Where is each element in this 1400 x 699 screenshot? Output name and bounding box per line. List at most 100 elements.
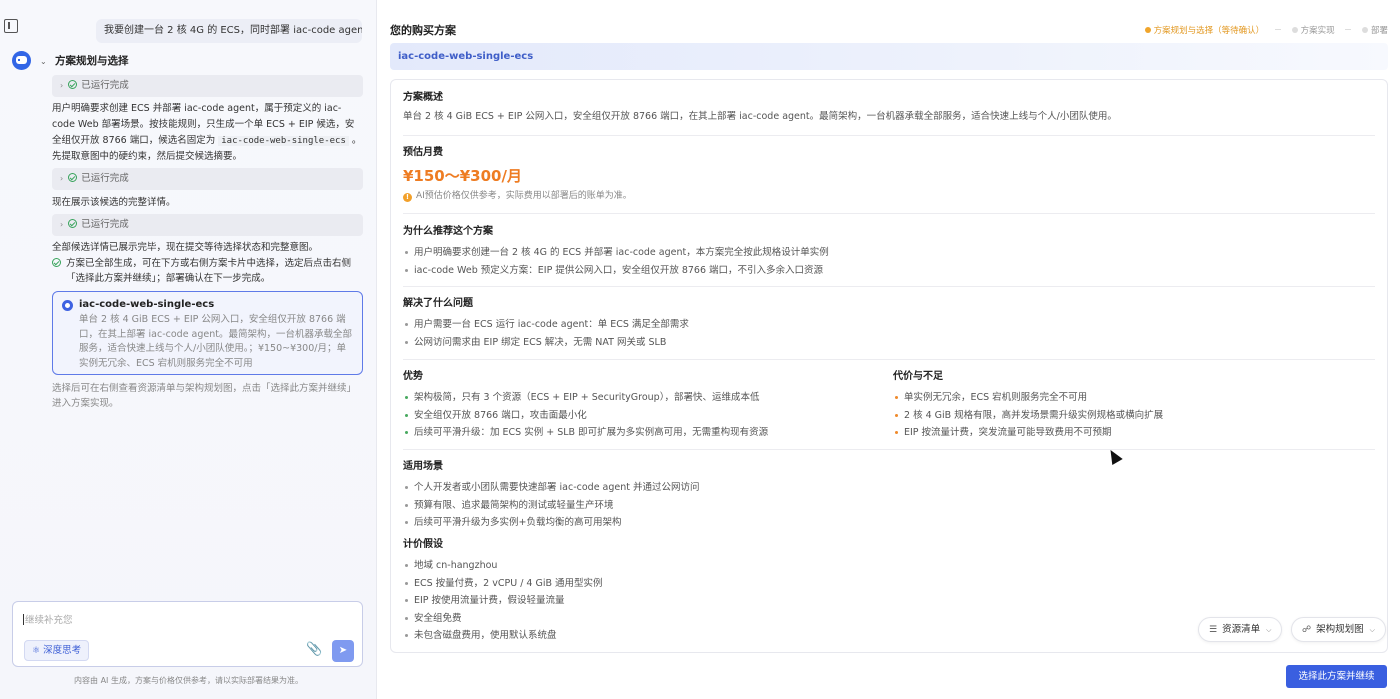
- run-status-label: 已运行完成: [81, 80, 129, 91]
- step-label: 方案规划与选择（等待确认）: [1153, 26, 1265, 36]
- cost-note: ! AI预估价格仅供参考，实际费用以部署后的账单为准。: [403, 189, 1375, 203]
- section-title: 方案规划与选择: [55, 55, 129, 67]
- text-caret: [23, 614, 24, 625]
- section-toggle[interactable]: ⌄ 方案规划与选择: [40, 54, 129, 68]
- solve-list: 用户需要一台 ECS 运行 iac-code agent：单 ECS 满足全部需…: [403, 316, 1375, 351]
- solve-title: 解决了什么问题: [403, 298, 473, 309]
- done-line2: 「选择此方案并继续」；部署确认在下一步完成。: [66, 273, 271, 284]
- list-icon: ☰: [1209, 625, 1218, 635]
- step-label: 部署: [1370, 26, 1388, 36]
- step-dot: [1144, 27, 1151, 33]
- diagram-icon: ☍: [1302, 625, 1312, 635]
- assistant-paragraph-2: 现在展示该候选的完整详情。: [52, 197, 176, 208]
- chat-panel: 我要创建一台 2 核 4G 的 ECS，同时部署 iac-code agent。…: [0, 0, 377, 699]
- step-separator: [1274, 29, 1281, 30]
- run-status-label: 已运行完成: [81, 173, 129, 184]
- pros-section: 优势 架构极简，只有 3 个资源（ECS + EIP + SecurityGro…: [403, 370, 883, 442]
- check-circle-icon: [52, 258, 61, 267]
- run-status-label: 已运行完成: [81, 219, 129, 230]
- list-item: iac-code Web 预定义方案：EIP 提供公网入口，安全组仅开放 876…: [403, 262, 1375, 280]
- chevron-down-icon: ⌵: [1369, 626, 1375, 634]
- para1-line2: 先提取意图中的硬约束，然后提交候选摘要。: [52, 151, 243, 162]
- list-item: 架构极简，只有 3 个资源（ECS + EIP + SecurityGroup）…: [403, 389, 883, 407]
- step-separator: [1345, 29, 1352, 30]
- cons-list: 单实例无冗余，ECS 宕机则服务完全不可用 2 核 4 GiB 规格有限，高并发…: [893, 389, 1373, 442]
- radio-selected-icon[interactable]: [62, 300, 73, 311]
- input-placeholder: 继续补充您: [25, 615, 73, 626]
- cost-value: ¥150～¥300/月: [403, 167, 522, 185]
- chevron-down-icon: ⌄: [40, 57, 47, 66]
- list-item: 用户需要一台 ECS 运行 iac-code agent：单 ECS 满足全部需…: [403, 316, 1375, 334]
- step-dot: [1361, 27, 1368, 33]
- scene-title: 适用场景: [403, 461, 443, 472]
- select-plan-continue-button[interactable]: 选择此方案并继续: [1286, 665, 1387, 688]
- done-line1: 方案已全部生成，可在下方或右侧方案卡片中选择，选定后点击右侧: [66, 258, 352, 269]
- solve-section: 解决了什么问题 用户需要一台 ECS 运行 iac-code agent：单 E…: [403, 297, 1375, 351]
- progress-steps: 方案规划与选择（等待确认） 方案实现 部署: [1137, 24, 1388, 36]
- list-item: 后续可平滑升级：加 ECS 实例 + SLB 即可扩展为多实例高可用，无需重构现…: [403, 424, 883, 442]
- cost-title: 预估月费: [403, 147, 443, 158]
- cons-section: 代价与不足 单实例无冗余，ECS 宕机则服务完全不可用 2 核 4 GiB 规格…: [893, 370, 1373, 442]
- divider: [403, 449, 1375, 450]
- plan-option-name: iac-code-web-single-ecs: [79, 299, 215, 310]
- divider: [403, 359, 1375, 360]
- deep-think-button[interactable]: ⚛ 深度思考: [24, 640, 90, 661]
- sidebar-toggle-icon[interactable]: [4, 19, 18, 33]
- divider: [403, 135, 1375, 136]
- run-status-pill-1[interactable]: › 已运行完成: [52, 75, 363, 97]
- plan-option-desc: 单台 2 核 4 GiB ECS + EIP 公网入口，安全组仅开放 8766 …: [79, 314, 353, 369]
- why-list: 用户明确要求创建一台 2 核 4G 的 ECS 并部署 iac-code age…: [403, 244, 1375, 279]
- send-button[interactable]: ➤: [332, 640, 354, 662]
- chevron-right-icon: ›: [60, 81, 64, 90]
- list-item: ECS 按量付费，2 vCPU / 4 GiB 通用型实例: [403, 575, 1375, 593]
- chevron-down-icon: ⌵: [1266, 626, 1272, 634]
- list-item: 后续可平滑升级为多实例+负载均衡的高可用架构: [403, 514, 1375, 532]
- overview-text: 单台 2 核 4 GiB ECS + EIP 公网入口，安全组仅开放 8766 …: [403, 111, 1117, 122]
- resource-list-button[interactable]: ☰ 资源清单 ⌵: [1198, 617, 1283, 642]
- list-item: 安全组仅开放 8766 端口，攻击面最小化: [403, 407, 883, 425]
- list-item: 2 核 4 GiB 规格有限，高并发场景需升级实例规格或横向扩展: [893, 407, 1373, 425]
- chevron-right-icon: ›: [60, 220, 64, 229]
- atom-icon: ⚛: [32, 646, 41, 656]
- warning-icon: !: [403, 193, 412, 202]
- paperclip-icon[interactable]: 📎: [306, 643, 322, 657]
- chat-input[interactable]: 继续补充您: [23, 612, 73, 626]
- list-item: 用户明确要求创建一台 2 核 4G 的 ECS 并部署 iac-code age…: [403, 244, 1375, 262]
- deep-think-label: 深度思考: [43, 645, 82, 656]
- step-dot: [1291, 27, 1298, 33]
- plan-detail-card: 方案概述 单台 2 核 4 GiB ECS + EIP 公网入口，安全组仅开放 …: [390, 79, 1388, 653]
- selection-hint: 选择后可在右侧查看资源清单与架构规划图，点击「选择此方案并继续」进入方案实现。: [52, 383, 357, 409]
- step-deploy: 部署: [1361, 24, 1388, 36]
- inline-code: iac-code-web-single-ecs: [218, 136, 349, 146]
- bot-avatar-icon: [12, 51, 31, 70]
- purchase-plan-title: 您的购买方案: [390, 24, 456, 37]
- divider: [403, 213, 1375, 214]
- chevron-right-icon: ›: [60, 174, 64, 183]
- scene-list: 个人开发者或小团队需要快速部署 iac-code agent 并通过公网访问 预…: [403, 479, 1375, 532]
- why-title: 为什么推荐这个方案: [403, 226, 493, 237]
- assistant-paragraph-1: 用户明确要求创建 ECS 并部署 iac-code agent，属于预定义的 i…: [52, 101, 363, 165]
- run-status-pill-2[interactable]: › 已运行完成: [52, 168, 363, 190]
- plan-option-card[interactable]: iac-code-web-single-ecs 单台 2 核 4 GiB ECS…: [52, 291, 363, 375]
- step-planning: 方案规划与选择（等待确认）: [1144, 24, 1265, 36]
- list-item: 个人开发者或小团队需要快速部署 iac-code agent 并通过公网访问: [403, 479, 1375, 497]
- divider: [403, 286, 1375, 287]
- ai-disclaimer: 内容由 AI 生成，方案与价格仅供参考，请以实际部署结果为准。: [74, 676, 303, 685]
- list-item: 预算有限、追求最简架构的测试或轻量生产环境: [403, 497, 1375, 515]
- architecture-diagram-button[interactable]: ☍ 架构规划图 ⌵: [1291, 617, 1386, 642]
- scene-section: 适用场景 个人开发者或小团队需要快速部署 iac-code agent 并通过公…: [403, 460, 1375, 532]
- list-item: EIP 按使用流量计费，假设轻量流量: [403, 592, 1375, 610]
- overview-title: 方案概述: [403, 92, 443, 103]
- selected-plan-name: iac-code-web-single-ecs: [390, 43, 1388, 70]
- list-item: 单实例无冗余，ECS 宕机则服务完全不可用: [893, 389, 1373, 407]
- user-message: 我要创建一台 2 核 4G 的 ECS，同时部署 iac-code agent。: [96, 19, 362, 43]
- step-implementation: 方案实现: [1291, 24, 1335, 36]
- arch-label: 架构规划图: [1316, 624, 1364, 635]
- check-circle-icon: [68, 173, 78, 182]
- para1-end: 。: [351, 135, 362, 146]
- overview-section: 方案概述 单台 2 核 4 GiB ECS + EIP 公网入口，安全组仅开放 …: [403, 91, 1375, 124]
- completion-note: 方案已全部生成，可在下方或右侧方案卡片中选择，选定后点击右侧 「选择此方案并继续…: [52, 256, 363, 286]
- assistant-paragraph-3: 全部候选详情已展示完毕，现在提交等待选择状态和完整意图。: [52, 242, 319, 253]
- run-status-pill-3[interactable]: › 已运行完成: [52, 214, 363, 236]
- chat-input-box[interactable]: 继续补充您 ⚛ 深度思考 📎 ➤: [12, 601, 363, 667]
